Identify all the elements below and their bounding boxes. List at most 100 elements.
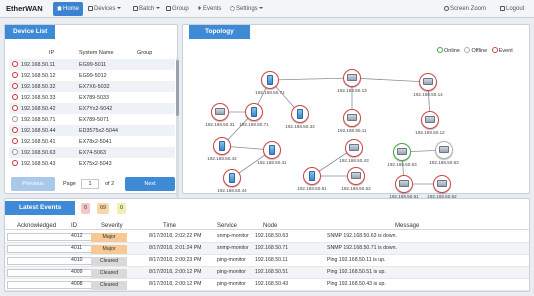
node-label: 192.168.50.71 (239, 122, 269, 127)
device-row[interactable]: 192.168.50.41 EX78x2-5041 (9, 136, 175, 147)
batch-icon (133, 5, 138, 11)
minor-count-badge: 0 (117, 203, 127, 214)
logout-icon (500, 5, 505, 11)
column-header[interactable]: Node (263, 223, 277, 229)
nav-devices[interactable]: Devices (84, 2, 125, 16)
scrollbar-thumb[interactable] (176, 60, 179, 116)
status-icon (12, 105, 18, 111)
devices-icon (88, 5, 93, 11)
column-header[interactable]: Service (217, 223, 237, 229)
event-node: 192.168.50.43 (255, 280, 289, 287)
chevron-down-icon (116, 7, 121, 9)
switch-icon (397, 148, 407, 155)
next-button[interactable]: Next (125, 177, 175, 191)
event-row[interactable]: 4010 Cleared 8/17/2018, 2:00:23 PM ping-mon… (5, 255, 529, 267)
topology-link (351, 77, 429, 83)
event-row[interactable]: 4009 Cleared 8/17/2018, 2:00:12 PM ping-mon… (5, 267, 529, 279)
status-icon (12, 138, 18, 144)
page-total: of 2 (105, 181, 115, 187)
device-row[interactable]: 192.168.50.43 EX75x2-5043 (9, 158, 175, 169)
major-count-badge: 69 (97, 203, 110, 214)
device-ip: 192.168.50.71 (21, 116, 56, 123)
column-header[interactable]: Severity (101, 223, 123, 229)
device-row[interactable]: 192.168.50.44 ED3575x2-5044 (9, 125, 175, 136)
device-icon (267, 75, 273, 85)
device-row[interactable]: 192.168.50.11 EG99-5011 (9, 59, 175, 70)
brand-logo[interactable]: EtherWAN (6, 4, 43, 13)
previous-button[interactable]: Previous (11, 177, 55, 191)
device-ip: 192.168.50.42 (21, 105, 56, 112)
switch-icon (399, 180, 409, 187)
nav-events[interactable]: Events (193, 2, 225, 16)
event-row[interactable]: 4011 Major 8/17/2018, 2:01:24 PM snmp-monit… (5, 243, 529, 255)
status-icon (12, 72, 18, 78)
zoom-icon (444, 5, 449, 11)
group-icon (166, 5, 171, 11)
event-message: SNMP 192.168.50.71 is down. (327, 244, 397, 251)
node-label: 192.168.50.13 (337, 88, 367, 93)
chevron-down-icon (259, 7, 264, 9)
event-service: ping-monitor (217, 280, 246, 287)
events-table-header: Acknowledged ID Severity Time Service No… (5, 221, 529, 230)
column-header[interactable]: Time (163, 223, 176, 229)
device-system-name: EX7Yx2-5042 (79, 105, 113, 112)
device-list-scrollbar[interactable] (176, 58, 179, 200)
status-icon (12, 127, 18, 133)
event-time: 8/17/2018, 2:01:24 PM (149, 244, 202, 251)
node-label: 192.168.50.14 (413, 92, 443, 97)
device-system-name: EX789-5071 (79, 116, 109, 123)
device-ip: 192.168.50.41 (21, 138, 56, 145)
device-ip: 192.168.50.33 (21, 94, 56, 101)
device-row[interactable]: 192.168.50.12 EG99-5012 (9, 70, 175, 81)
event-node: 192.168.50.63 (255, 232, 289, 239)
critical-count-badge: 0 (81, 203, 91, 214)
device-system-name: EX75x2-5043 (79, 160, 112, 167)
status-icon (12, 160, 18, 166)
event-time: 8/17/2018, 2:00:12 PM (149, 280, 202, 287)
nav-batch[interactable]: Batch (129, 2, 164, 16)
event-id: 4012 (71, 232, 83, 239)
node-label: 192.168.50.51 (297, 186, 327, 191)
logout-button[interactable]: Logout (496, 2, 528, 16)
device-system-name: ED3575x2-5044 (79, 127, 118, 134)
switch-icon (423, 78, 433, 85)
nav-group[interactable]: Group (162, 2, 193, 16)
node-label: 192.168.50.33 (285, 124, 315, 129)
column-header[interactable]: Group (137, 50, 152, 56)
event-time: 8/17/2018, 2:02:22 PM (149, 232, 202, 239)
device-list-panel: Device List IP System Name Group 192.168… (4, 24, 179, 200)
event-id: 4011 (71, 244, 83, 251)
event-node: 192.168.50.71 (255, 244, 289, 251)
device-icon (251, 107, 257, 117)
severity-badge: Cleared (91, 268, 127, 278)
node-label: 192.168.50.12 (415, 130, 445, 135)
event-row[interactable]: 4008 Cleared 8/17/2018, 2:00:12 PM ping-mon… (5, 279, 529, 291)
status-icon (12, 61, 18, 67)
device-row[interactable]: 192.168.50.42 EX7Yx2-5042 (9, 103, 175, 114)
column-header[interactable]: IP (49, 50, 54, 56)
column-header[interactable]: Message (395, 223, 419, 229)
device-ip: 192.168.50.12 (21, 72, 56, 79)
column-header[interactable]: Acknowledged (17, 223, 56, 229)
device-icon (229, 173, 235, 183)
nav-home[interactable]: Home (53, 2, 84, 16)
column-header[interactable]: ID (71, 223, 77, 229)
device-system-name: EX74-5063 (79, 149, 106, 156)
device-row[interactable]: 192.168.50.32 EX7X6-5032 (9, 81, 175, 92)
switch-icon (439, 146, 449, 153)
device-ip: 192.168.50.11 (21, 61, 56, 68)
node-label: 192.168.50.63 (429, 160, 459, 165)
nav-settings[interactable]: Settings (226, 2, 267, 16)
device-system-name: EG99-5011 (79, 61, 107, 68)
page-input[interactable]: 1 (81, 179, 99, 189)
latest-events-title: Latest Events (5, 201, 76, 215)
event-row[interactable]: 4012 Major 8/17/2018, 2:02:22 PM snmp-monit… (5, 231, 529, 243)
device-row[interactable]: 192.168.50.33 EX789-5033 (9, 92, 175, 103)
device-row[interactable]: 192.168.50.63 EX74-5063 (9, 147, 175, 158)
severity-badge: Major (91, 232, 127, 242)
device-row[interactable]: 192.168.50.71 EX789-5071 (9, 114, 175, 125)
column-header[interactable]: System Name (79, 50, 114, 56)
device-system-name: EX789-5033 (79, 94, 109, 101)
node-label: 192.168.50.63 (387, 162, 417, 167)
screen-zoom-button[interactable]: Screen Zoom (440, 2, 490, 16)
